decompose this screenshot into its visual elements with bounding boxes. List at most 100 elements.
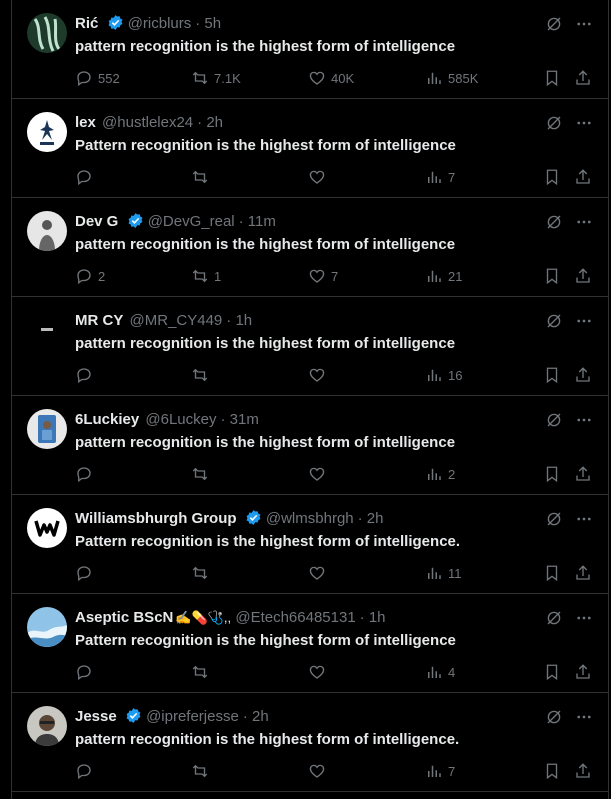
- share-button[interactable]: [574, 564, 592, 582]
- handle[interactable]: @ricblurs: [128, 15, 192, 32]
- timestamp[interactable]: · 2h: [243, 708, 269, 725]
- like-button[interactable]: [308, 663, 331, 681]
- display-name[interactable]: lex: [75, 114, 96, 131]
- post[interactable]: Aseptic BScN ✍💊🩺,, @Etech66485131 · 1h Pat…: [12, 594, 608, 693]
- views-button[interactable]: 7: [425, 762, 455, 780]
- like-button[interactable]: [308, 762, 331, 780]
- grok-icon[interactable]: [544, 608, 564, 628]
- grok-icon[interactable]: [544, 212, 564, 232]
- timestamp[interactable]: · 2h: [197, 114, 223, 131]
- share-button[interactable]: [574, 663, 592, 681]
- display-name[interactable]: Aseptic BScN: [75, 609, 173, 626]
- post[interactable]: Jesse @ipreferjesse · 2h pattern recognit…: [12, 693, 608, 792]
- views-button[interactable]: 585K: [425, 69, 478, 87]
- reply-button[interactable]: [75, 465, 98, 483]
- reply-button[interactable]: [75, 168, 98, 186]
- more-icon[interactable]: [574, 14, 594, 34]
- bookmark-button[interactable]: [543, 663, 561, 681]
- post[interactable]: 6Luckiey @6Luckey · 31m pattern recogniti…: [12, 396, 608, 495]
- repost-button[interactable]: [191, 465, 214, 483]
- repost-button[interactable]: [191, 168, 214, 186]
- views-button[interactable]: 7: [425, 168, 455, 186]
- handle[interactable]: @hustlelex24: [102, 114, 193, 131]
- avatar[interactable]: [27, 409, 67, 449]
- views-button[interactable]: 2: [425, 465, 455, 483]
- reply-button[interactable]: 2: [75, 267, 105, 285]
- repost-button[interactable]: 1: [191, 267, 221, 285]
- share-button[interactable]: [574, 366, 592, 384]
- reply-button[interactable]: [75, 366, 98, 384]
- handle[interactable]: @Etech66485131: [235, 609, 355, 626]
- bookmark-button[interactable]: [543, 564, 561, 582]
- avatar[interactable]: [27, 508, 67, 548]
- more-icon[interactable]: [574, 311, 594, 331]
- views-button[interactable]: 4: [425, 663, 455, 681]
- like-button[interactable]: [308, 168, 331, 186]
- grok-icon[interactable]: [544, 113, 564, 133]
- timestamp[interactable]: · 11m: [239, 213, 276, 230]
- avatar[interactable]: [27, 13, 67, 53]
- avatar[interactable]: [27, 607, 67, 647]
- bookmark-button[interactable]: [543, 762, 561, 780]
- avatar[interactable]: [27, 112, 67, 152]
- bookmark-button[interactable]: [543, 465, 561, 483]
- grok-icon[interactable]: [544, 509, 564, 529]
- like-button[interactable]: [308, 564, 331, 582]
- share-button[interactable]: [574, 267, 592, 285]
- repost-button[interactable]: [191, 366, 214, 384]
- timestamp[interactable]: · 31m: [221, 411, 259, 428]
- reply-button[interactable]: 552: [75, 69, 120, 87]
- reply-button[interactable]: [75, 564, 98, 582]
- more-icon[interactable]: [574, 212, 594, 232]
- repost-button[interactable]: [191, 663, 214, 681]
- like-button[interactable]: 40K: [308, 69, 354, 87]
- reply-button[interactable]: [75, 663, 98, 681]
- handle[interactable]: @DevG_real: [148, 213, 235, 230]
- like-button[interactable]: 7: [308, 267, 338, 285]
- avatar[interactable]: [27, 310, 67, 350]
- display-name[interactable]: MR CY: [75, 312, 123, 329]
- bookmark-button[interactable]: [543, 366, 561, 384]
- timestamp[interactable]: · 1h: [226, 312, 252, 329]
- share-button[interactable]: [574, 465, 592, 483]
- post[interactable]: Rić @ricblurs · 5h pattern recognition is…: [12, 0, 608, 99]
- handle[interactable]: @MR_CY449: [130, 312, 223, 329]
- reply-button[interactable]: [75, 762, 98, 780]
- views-button[interactable]: 11: [425, 564, 462, 582]
- more-icon[interactable]: [574, 410, 594, 430]
- grok-icon[interactable]: [544, 311, 564, 331]
- share-button[interactable]: [574, 168, 592, 186]
- timestamp[interactable]: · 5h: [195, 15, 221, 32]
- like-button[interactable]: [308, 465, 331, 483]
- bookmark-button[interactable]: [543, 267, 561, 285]
- display-name[interactable]: 6Luckiey: [75, 411, 139, 428]
- bookmark-button[interactable]: [543, 69, 561, 87]
- grok-icon[interactable]: [544, 707, 564, 727]
- more-icon[interactable]: [574, 608, 594, 628]
- handle[interactable]: @ipreferjesse: [146, 708, 239, 725]
- post[interactable]: Williamsbhurgh Group @wlmsbhrgh · 2h Patt…: [12, 495, 608, 594]
- like-button[interactable]: [308, 366, 331, 384]
- display-name[interactable]: Dev G: [75, 213, 118, 230]
- repost-button[interactable]: [191, 564, 214, 582]
- share-button[interactable]: [574, 69, 592, 87]
- more-icon[interactable]: [574, 113, 594, 133]
- more-icon[interactable]: [574, 707, 594, 727]
- repost-button[interactable]: [191, 762, 214, 780]
- post[interactable]: MR CY @MR_CY449 · 1h pattern recognition …: [12, 297, 608, 396]
- grok-icon[interactable]: [544, 410, 564, 430]
- display-name[interactable]: Williamsbhurgh Group: [75, 510, 237, 527]
- bookmark-button[interactable]: [543, 168, 561, 186]
- avatar[interactable]: [27, 706, 67, 746]
- timestamp[interactable]: · 2h: [358, 510, 384, 527]
- views-button[interactable]: 21: [425, 267, 462, 285]
- handle[interactable]: @6Luckey: [145, 411, 216, 428]
- timestamp[interactable]: · 1h: [360, 609, 386, 626]
- post[interactable]: Dev G @DevG_real · 11m pattern recognitio…: [12, 198, 608, 297]
- repost-button[interactable]: 7.1K: [191, 69, 241, 87]
- views-button[interactable]: 16: [425, 366, 462, 384]
- more-icon[interactable]: [574, 509, 594, 529]
- display-name[interactable]: Rić: [75, 15, 98, 32]
- post[interactable]: lex @hustlelex24 · 2h Pattern recognition…: [12, 99, 608, 198]
- avatar[interactable]: [27, 211, 67, 251]
